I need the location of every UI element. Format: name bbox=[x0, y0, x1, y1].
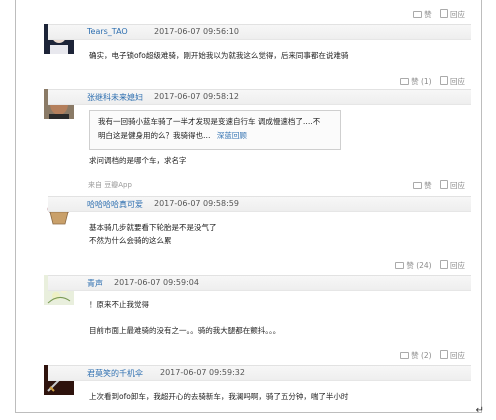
like-label: 赞 (2) bbox=[411, 351, 432, 360]
quote-source-link[interactable]: 深蓝回顾 bbox=[217, 131, 247, 140]
comment-text: 求问调档的是哪个车，求名字 bbox=[89, 156, 187, 165]
comment-header: Tears_TAO 2017-06-07 09:56:10 bbox=[48, 24, 471, 40]
username-link[interactable]: 青声 bbox=[87, 278, 103, 289]
top-actions: 赞 回应 bbox=[407, 9, 465, 20]
thumb-icon bbox=[413, 11, 423, 18]
like-label: 赞 (24) bbox=[406, 261, 432, 270]
like-button[interactable]: 赞 bbox=[413, 10, 432, 19]
timestamp: 2017-06-07 09:58:59 bbox=[154, 199, 239, 208]
thumb-icon bbox=[413, 182, 423, 189]
reply-button[interactable]: 回应 bbox=[440, 180, 465, 190]
reply-button[interactable]: 回应 bbox=[440, 350, 465, 360]
username-link[interactable]: Tears_TAO bbox=[87, 27, 128, 36]
like-button[interactable]: 赞 bbox=[413, 181, 432, 190]
comment-header: 青声 2017-06-07 09:59:04 bbox=[48, 275, 471, 291]
like-label: 赞 (1) bbox=[411, 77, 432, 86]
reply-icon bbox=[440, 9, 448, 18]
reply-label: 回应 bbox=[450, 10, 465, 19]
like-button[interactable]: 赞 (1) bbox=[400, 77, 432, 86]
quoted-reply: 我有一回骑小蓝车骑了一半才发现是变速自行车 调成慢速档了….不 明白这是健身用的… bbox=[89, 110, 341, 150]
thumb-icon bbox=[400, 78, 410, 85]
reply-label: 回应 bbox=[450, 351, 465, 360]
comment-actions: 赞 (2) 回应 bbox=[394, 350, 465, 361]
reply-icon bbox=[440, 260, 448, 269]
username-link[interactable]: 君莫笑的千机伞 bbox=[87, 368, 143, 379]
reply-label: 回应 bbox=[450, 181, 465, 190]
reply-icon bbox=[440, 180, 448, 189]
reply-label: 回应 bbox=[450, 77, 465, 86]
source-label: 来自 豆瓣App bbox=[88, 181, 132, 189]
timestamp: 2017-06-07 09:59:32 bbox=[160, 368, 245, 377]
reply-icon bbox=[440, 76, 448, 85]
thumb-icon bbox=[395, 262, 405, 269]
like-label: 赞 bbox=[424, 10, 432, 19]
comment-header: 哈哈哈哈真可爱 2017-06-07 09:58:59 bbox=[48, 196, 471, 212]
comment-actions: 赞 (1) 回应 bbox=[394, 76, 465, 87]
reply-button[interactable]: 回应 bbox=[440, 260, 465, 270]
reply-icon bbox=[440, 350, 448, 359]
comment-header: 张继科未来媳妇 2017-06-07 09:58:12 bbox=[48, 89, 471, 105]
quote-text: 明白这是健身用的么？我骑得也… 深蓝回顾 bbox=[98, 130, 247, 141]
like-button[interactable]: 赞 (24) bbox=[395, 261, 432, 270]
reply-button[interactable]: 回应 bbox=[440, 76, 465, 86]
comment-text: 不然为什么会骑的这么累 bbox=[89, 236, 172, 245]
comment-actions: 赞 回应 bbox=[407, 180, 465, 191]
paragraph-return-mark: ↵ bbox=[475, 405, 484, 416]
reply-label: 回应 bbox=[450, 261, 465, 270]
comment-text: 确实，电子锁ofo超级难骑，刚开始我以为就我这么觉得，后来同事都在说难骑 bbox=[89, 51, 349, 60]
comment-panel: 赞 回应 Tears_TAO 2017-06-07 09:56:10 确实，电子… bbox=[15, 0, 482, 413]
thumb-icon bbox=[400, 352, 410, 359]
comment-text: 上次看到ofo卸车，我超开心的去骑新车，我澜吗啊，骑了五分钟，喘了半小时 bbox=[89, 392, 349, 401]
comment-text: 基本骑几步就要看下轮胎是不是没气了 bbox=[89, 223, 217, 232]
comment-actions: 赞 (24) 回应 bbox=[389, 260, 465, 271]
quote-text: 我有一回骑小蓝车骑了一半才发现是变速自行车 调成慢速档了….不 bbox=[98, 117, 321, 126]
timestamp: 2017-06-07 09:58:12 bbox=[154, 92, 239, 101]
username-link[interactable]: 哈哈哈哈真可爱 bbox=[87, 199, 143, 210]
quote-text-line: 明白这是健身用的么？我骑得也… bbox=[98, 131, 211, 140]
timestamp: 2017-06-07 09:56:10 bbox=[154, 27, 239, 36]
comment-text: 目前市面上最难骑的没有之一。。骑的我大腿都在颤抖。。。 bbox=[89, 326, 281, 335]
like-button[interactable]: 赞 (2) bbox=[400, 351, 432, 360]
username-link[interactable]: 张继科未来媳妇 bbox=[87, 92, 143, 103]
timestamp: 2017-06-07 09:59:04 bbox=[114, 278, 199, 287]
comment-header: 君莫笑的千机伞 2017-06-07 09:59:32 bbox=[48, 365, 471, 381]
like-label: 赞 bbox=[424, 181, 432, 190]
comment-text: ！原来不止我觉得 bbox=[89, 300, 149, 309]
reply-button[interactable]: 回应 bbox=[440, 9, 465, 19]
